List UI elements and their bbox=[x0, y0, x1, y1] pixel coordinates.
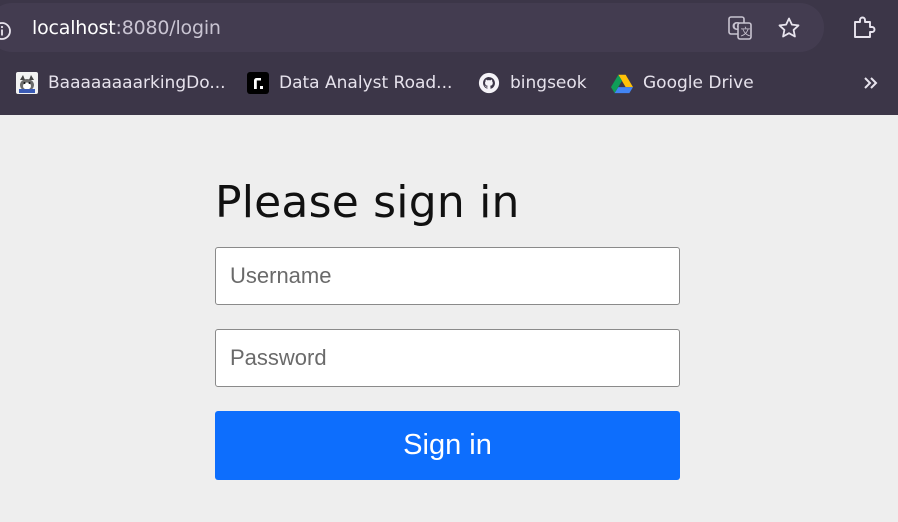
username-input[interactable] bbox=[215, 247, 680, 305]
dog-avatar-icon bbox=[16, 72, 38, 94]
sign-in-button[interactable]: Sign in bbox=[215, 411, 680, 480]
password-input[interactable] bbox=[215, 329, 680, 387]
bookmark-label: Data Analyst Road... bbox=[279, 73, 453, 93]
svg-text:文: 文 bbox=[741, 26, 751, 39]
address-bar[interactable]: localhost:8080/login bbox=[0, 3, 824, 52]
bookmark-item-4[interactable]: Google Drive bbox=[611, 66, 754, 100]
extensions-puzzle-icon[interactable] bbox=[850, 14, 878, 42]
bookmark-label: Google Drive bbox=[643, 73, 754, 93]
github-icon bbox=[478, 72, 500, 94]
url-host: localhost bbox=[32, 17, 116, 39]
google-drive-icon bbox=[611, 72, 633, 94]
url-text[interactable]: localhost:8080/login bbox=[32, 17, 221, 39]
bookmark-item-2[interactable]: Data Analyst Road... bbox=[247, 66, 452, 100]
site-info-icon[interactable] bbox=[0, 21, 12, 41]
browser-chrome: localhost:8080/login G文 BaaaaaaaarkingDo… bbox=[0, 0, 898, 115]
more-bookmarks-chevron-icon[interactable] bbox=[858, 70, 884, 96]
roadmap-logo-icon bbox=[247, 72, 269, 94]
translate-icon[interactable]: G文 bbox=[726, 14, 754, 42]
bookmark-item-1[interactable]: BaaaaaaaarkingDo... bbox=[16, 66, 226, 100]
bookmark-label: BaaaaaaaarkingDo... bbox=[48, 73, 226, 93]
bookmark-item-3[interactable]: bingseok bbox=[478, 66, 587, 100]
login-form: Please sign in Sign in bbox=[215, 172, 680, 480]
bookmarks-bar: BaaaaaaaarkingDo... Data Analyst Road...… bbox=[0, 66, 898, 100]
bookmark-star-icon[interactable] bbox=[775, 14, 803, 42]
url-path: :8080/login bbox=[115, 17, 221, 39]
page-title: Please sign in bbox=[215, 177, 520, 228]
bookmark-label: bingseok bbox=[510, 73, 587, 93]
